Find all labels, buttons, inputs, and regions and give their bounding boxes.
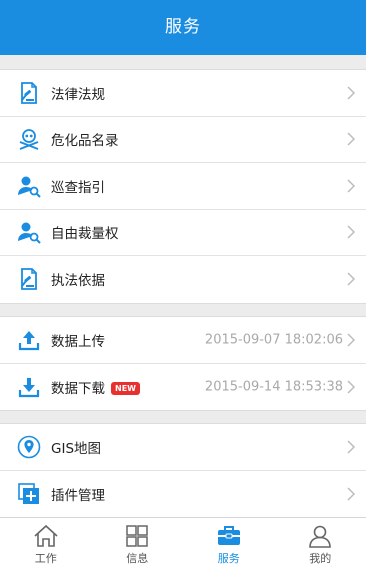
law-book-icon <box>16 266 42 292</box>
toolbox-icon <box>217 526 240 545</box>
download-icon <box>16 374 42 400</box>
chevron-right-icon <box>347 86 356 100</box>
menu-item-data-download[interactable]: 数据下载 NEW 2015-09-14 18:53:38 <box>0 364 366 411</box>
map-pin-icon <box>16 434 42 460</box>
menu-item-label: 危化品名录 <box>51 133 119 150</box>
last-upload-timestamp: 2015-09-07 18:02:06 <box>204 332 343 348</box>
grid-icon <box>126 525 148 547</box>
chevron-right-icon <box>347 179 356 193</box>
menu-item-data-upload[interactable]: 数据上传 2015-09-07 18:02:06 <box>0 317 366 364</box>
menu-item-label: 巡查指引 <box>51 179 105 196</box>
page-title: 服务 <box>165 17 201 37</box>
upload-icon <box>16 327 42 353</box>
section-regulations: 法律法规 危化品名录 巡查指引 自由裁量权 执法依据 <box>0 69 366 304</box>
chevron-right-icon <box>347 440 356 454</box>
user-search-icon <box>16 173 42 199</box>
tab-service[interactable]: 服务 <box>183 518 275 566</box>
home-icon <box>34 524 58 547</box>
chevron-right-icon <box>347 225 356 239</box>
new-badge: NEW <box>111 382 140 396</box>
skull-crossbones-icon <box>16 126 42 152</box>
plugin-add-icon <box>16 481 42 507</box>
menu-item-label: 数据上传 <box>51 333 105 350</box>
tab-label: 信息 <box>126 552 149 565</box>
menu-item-laws[interactable]: 法律法规 <box>0 70 366 117</box>
tab-label: 我的 <box>309 552 332 565</box>
menu-item-label: 法律法规 <box>51 86 105 103</box>
menu-item-inspection-guide[interactable]: 巡查指引 <box>0 163 366 210</box>
title-bar: 服务 <box>0 0 366 55</box>
tab-info[interactable]: 信息 <box>92 518 184 566</box>
user-search-icon <box>16 219 42 245</box>
menu-item-label: 执法依据 <box>51 273 105 290</box>
menu-item-hazardous-chemicals[interactable]: 危化品名录 <box>0 117 366 163</box>
law-book-icon <box>16 80 42 106</box>
section-tools: GIS地图 插件管理 <box>0 423 366 518</box>
menu-item-label: 数据下载 <box>51 380 105 397</box>
person-icon <box>309 525 332 548</box>
menu-item-discretion[interactable]: 自由裁量权 <box>0 210 366 256</box>
chevron-right-icon <box>347 333 356 347</box>
chevron-right-icon <box>347 132 356 146</box>
menu-item-plugin-management[interactable]: 插件管理 <box>0 471 366 518</box>
menu-item-label: 插件管理 <box>51 487 105 504</box>
bottom-tab-bar: 工作 信息 服务 我的 <box>0 517 366 566</box>
last-download-timestamp: 2015-09-14 18:53:38 <box>204 379 343 395</box>
menu-item-label: GIS地图 <box>51 440 102 457</box>
tab-work[interactable]: 工作 <box>0 518 92 566</box>
menu-item-gis-map[interactable]: GIS地图 <box>0 424 366 471</box>
chevron-right-icon <box>347 272 356 286</box>
tab-mine[interactable]: 我的 <box>275 518 366 566</box>
menu-item-enforcement-basis[interactable]: 执法依据 <box>0 256 366 303</box>
tab-label: 服务 <box>217 552 240 565</box>
section-data-sync: 数据上传 2015-09-07 18:02:06 数据下载 NEW 2015-09… <box>0 316 366 411</box>
menu-item-label-with-badge: 数据下载 NEW <box>51 377 140 397</box>
chevron-right-icon <box>347 487 356 501</box>
menu-item-label: 自由裁量权 <box>51 226 119 243</box>
chevron-right-icon <box>347 380 356 394</box>
tab-label: 工作 <box>34 552 57 565</box>
